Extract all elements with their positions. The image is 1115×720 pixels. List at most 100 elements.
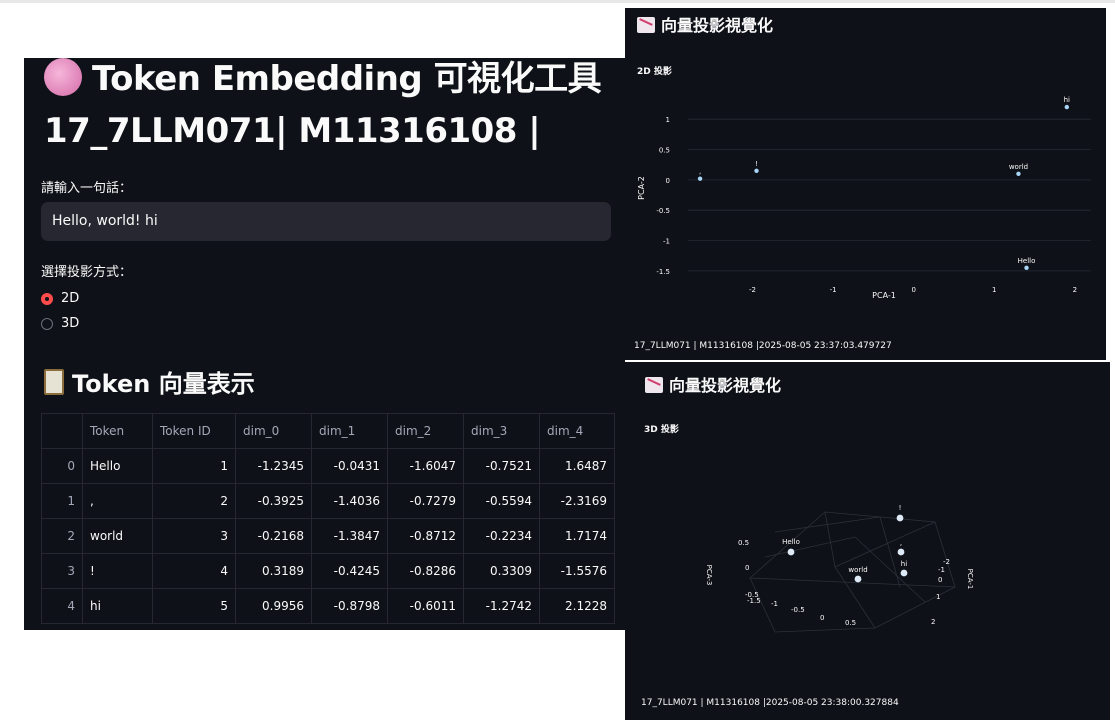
panel-2d-heading: 向量投影視覺化	[637, 12, 773, 36]
cell-dim2: -0.7279	[387, 483, 464, 519]
data-point[interactable]	[1024, 265, 1029, 271]
data-point[interactable]	[1064, 104, 1070, 110]
x-tick-label: 0	[911, 286, 915, 294]
input-label: 請輸入一句話：	[41, 181, 133, 196]
sentence-input-value: Hello, world! hi	[52, 213, 158, 229]
col-header-dim1[interactable]: dim_1	[311, 413, 388, 449]
scatter-3d-chart[interactable]: 3D 投影 !Helloworldhi, 0.5 0 -0.5 -1.5 -1 …	[625, 402, 1110, 712]
data-point[interactable]	[896, 514, 904, 522]
data-point[interactable]	[1016, 171, 1021, 176]
col-header-dim4[interactable]: dim_4	[539, 413, 615, 449]
y-tick-label: -1	[663, 238, 670, 246]
radio-2d-label: 2D	[61, 291, 80, 306]
cell-dim3: -0.5594	[463, 483, 540, 519]
data-point[interactable]	[854, 575, 862, 583]
point-label: Hello	[782, 538, 800, 546]
y-tick-label: -1.5	[656, 268, 670, 276]
y-tick-label: 0	[666, 177, 670, 185]
col-header-dim2[interactable]: dim_2	[387, 413, 464, 449]
z-axis-label: PCA-3	[705, 565, 713, 586]
radio-unselected-icon	[41, 317, 53, 330]
cell-token: !	[82, 553, 153, 589]
y-tick-label: 1	[666, 116, 670, 124]
cell-dim0: 0.9956	[235, 588, 312, 624]
col-header-dim3[interactable]: dim_3	[463, 413, 540, 449]
col-header-token[interactable]: Token	[82, 413, 153, 449]
x-axis-label: PCA-1	[966, 569, 974, 590]
cell-index: 1	[41, 483, 83, 519]
radio-3d-label: 3D	[61, 316, 80, 331]
data-point[interactable]	[754, 168, 759, 173]
data-point[interactable]	[697, 176, 703, 181]
cell-index: 3	[41, 553, 83, 589]
cell-dim1: -0.8798	[311, 588, 388, 624]
chart-2d-title: 2D 投影	[637, 65, 672, 77]
point-label: !	[755, 160, 758, 168]
x-tick-label: -2	[749, 286, 756, 294]
projection-3d-panel: 向量投影視覺化 3D 投影 ! Hello world hi, 0.5 0 -0.5 …	[625, 362, 1110, 720]
x-tick: 2	[931, 618, 935, 626]
chart-icon	[637, 17, 655, 33]
x-axis-label: PCA-1	[872, 291, 896, 300]
top-border	[0, 0, 1115, 3]
table-row: 1 , 2 -0.3925 -1.4036 -0.7279 -0.5594 -2…	[41, 483, 615, 519]
main-app-panel: Token Embedding 可視化工具 17_7LLM071| M11316…	[24, 58, 625, 630]
cell-token-id: 3	[152, 518, 236, 554]
point-label: world	[1009, 163, 1028, 171]
panel-2d-footer: 17_7LLM071 | M11316108 |2025-08-05 23:37…	[634, 341, 892, 351]
radio-3d[interactable]: 3D	[41, 316, 79, 331]
clipboard-icon	[44, 369, 64, 395]
col-header-dim0[interactable]: dim_0	[235, 413, 312, 449]
chart-icon	[645, 377, 663, 393]
y-tick: 0	[820, 614, 824, 622]
x-tick: 1	[936, 593, 940, 601]
cell-dim1: -0.4245	[311, 553, 388, 589]
data-point[interactable]	[900, 569, 908, 577]
cell-token: Hello	[82, 448, 153, 484]
cell-dim4: -1.5576	[539, 553, 615, 589]
table-row: 3 ! 4 0.3189 -0.4245 -0.8286 0.3309 -1.5…	[41, 553, 615, 589]
y-tick: -1	[771, 600, 778, 608]
cell-dim0: -0.2168	[235, 518, 312, 554]
y-tick: -0.5	[791, 606, 805, 614]
data-point[interactable]	[897, 548, 905, 556]
panel-3d-footer: 17_7LLM071 | M11316108 |2025-08-05 23:38…	[641, 698, 899, 708]
cell-dim3: -0.2234	[463, 518, 540, 554]
point-label: !	[899, 504, 902, 512]
cell-index: 0	[41, 448, 83, 484]
x-tick-label: -1	[830, 286, 837, 294]
cell-dim3: -1.2742	[463, 588, 540, 624]
cell-dim2: -0.8286	[387, 553, 464, 589]
cell-dim4: 1.7174	[539, 518, 615, 554]
y-tick: -1.5	[747, 597, 761, 605]
data-point[interactable]	[787, 548, 795, 556]
cell-dim1: -1.4036	[311, 483, 388, 519]
radio-2d[interactable]: 2D	[41, 291, 79, 306]
x-tick: 0	[938, 576, 942, 584]
z-tick: 0	[745, 564, 749, 572]
y-tick-label: 0.5	[659, 147, 670, 155]
sentence-input[interactable]: Hello, world! hi	[41, 202, 611, 241]
table-row: 2 world 3 -0.2168 -1.3847 -0.8712 -0.223…	[41, 518, 615, 554]
cell-dim3: -0.7521	[463, 448, 540, 484]
x-tick-label: 1	[992, 286, 996, 294]
projection-label: 選擇投影方式：	[41, 265, 133, 280]
point-label: ,	[699, 168, 701, 176]
cell-token-id: 2	[152, 483, 236, 519]
col-header-index[interactable]	[41, 413, 83, 449]
app-title-text: Token Embedding 可視化工具	[92, 59, 602, 99]
cell-token: world	[82, 518, 153, 554]
cell-dim4: -2.3169	[539, 483, 615, 519]
x-tick-label: 2	[1073, 286, 1077, 294]
scatter-2d-chart[interactable]: 2D 投影 1 0.5 0 -0.5 -1 -1.5 -2 -1 0 1 2 hi world!, H…	[625, 48, 1106, 360]
x-tick: -1	[938, 566, 945, 574]
col-header-token-id[interactable]: Token ID	[152, 413, 236, 449]
cell-dim2: -0.8712	[387, 518, 464, 554]
point-label: hi	[1064, 96, 1070, 104]
table-row: 0 Hello 1 -1.2345 -0.0431 -1.6047 -0.752…	[41, 448, 615, 484]
app-title: Token Embedding 可視化工具	[44, 58, 602, 100]
radio-selected-icon	[41, 292, 53, 305]
table-heading-text: Token 向量表示	[72, 370, 255, 398]
point-label: world	[848, 566, 867, 574]
y-tick: 0.5	[845, 619, 856, 627]
